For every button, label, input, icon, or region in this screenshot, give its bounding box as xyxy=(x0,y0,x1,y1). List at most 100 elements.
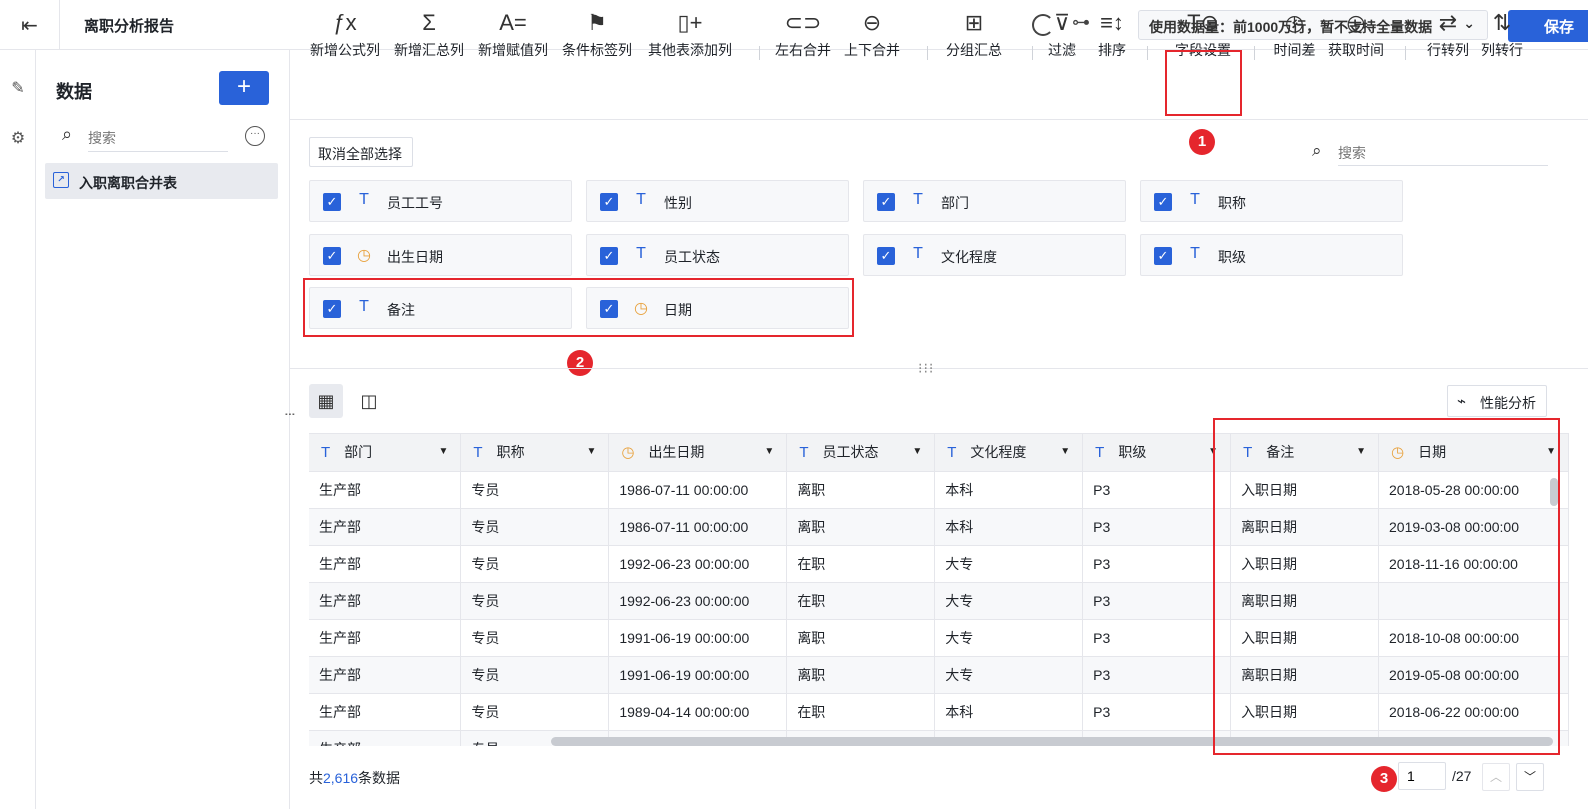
table-cell[interactable]: 本科 xyxy=(934,471,1084,509)
table-cell[interactable]: P3 xyxy=(1082,545,1232,583)
settings-sliders-icon[interactable]: ⚙ xyxy=(8,128,28,148)
table-cell[interactable]: 生产部 xyxy=(309,730,462,746)
table-cell[interactable]: P3 xyxy=(1082,619,1232,657)
field-card[interactable]: ✓ T 职称 xyxy=(1140,180,1403,222)
tool-sort-button[interactable]: ≡↕ 排序 xyxy=(1097,8,1127,66)
page-down-button[interactable]: ﹀ xyxy=(1516,763,1544,791)
caret-down-icon[interactable]: ▼ xyxy=(439,446,449,457)
column-header[interactable]: T 员工状态 ▼ xyxy=(786,434,936,472)
layout-view-icon[interactable]: ◫ xyxy=(352,384,386,418)
tool-time-diff-button[interactable]: ◷ 时间差 xyxy=(1272,8,1317,66)
table-cell[interactable]: P3 xyxy=(1082,656,1232,694)
table-cell[interactable]: 生产部 xyxy=(309,693,462,731)
resize-handle-icon[interactable]: ⁝⁝⁝ xyxy=(918,360,934,377)
field-checkbox[interactable]: ✓ xyxy=(600,247,618,265)
field-checkbox[interactable]: ✓ xyxy=(877,247,895,265)
table-cell[interactable]: 专员 xyxy=(460,471,610,509)
table-cell[interactable]: 大专 xyxy=(934,582,1084,620)
column-header[interactable]: ◷ 出生日期 ▼ xyxy=(608,434,788,472)
table-cell[interactable]: 专员 xyxy=(460,656,610,694)
field-card[interactable]: ✓ T 文化程度 xyxy=(863,234,1126,276)
table-cell[interactable]: 本科 xyxy=(934,693,1084,731)
table-cell[interactable]: 离职 xyxy=(786,619,936,657)
tool-sigma-button[interactable]: Σ 新增汇总列 xyxy=(393,8,465,66)
table-cell[interactable]: P3 xyxy=(1082,693,1232,731)
field-card[interactable]: ✓ T 职级 xyxy=(1140,234,1403,276)
table-cell[interactable]: 1986-07-11 00:00:00 xyxy=(608,508,788,546)
table-cell[interactable]: 离职 xyxy=(786,471,936,509)
field-card[interactable]: ✓ T 员工状态 xyxy=(586,234,849,276)
tool-assign-button[interactable]: A= 新增赋值列 xyxy=(477,8,549,66)
column-header[interactable]: T 文化程度 ▼ xyxy=(934,434,1084,472)
table-cell[interactable]: 生产部 xyxy=(309,508,462,546)
field-card[interactable]: ✓ ◷ 出生日期 xyxy=(309,234,572,276)
table-cell[interactable]: 专员 xyxy=(460,508,610,546)
tool-add-column-button[interactable]: ▯+ 其他表添加列 xyxy=(645,8,735,66)
table-cell[interactable]: 生产部 xyxy=(309,582,462,620)
tool-get-time-button[interactable]: ◶ 获取时间 xyxy=(1326,8,1386,66)
deselect-all-button[interactable]: 取消全部选择 xyxy=(309,137,413,167)
table-cell[interactable]: 生产部 xyxy=(309,471,462,509)
table-cell[interactable]: 生产部 xyxy=(309,545,462,583)
caret-down-icon[interactable]: ▼ xyxy=(1060,446,1070,457)
table-cell[interactable]: 离职 xyxy=(786,508,936,546)
field-checkbox[interactable]: ✓ xyxy=(323,193,341,211)
table-cell[interactable]: 生产部 xyxy=(309,619,462,657)
table-cell[interactable]: 在职 xyxy=(786,545,936,583)
table-cell[interactable]: 本科 xyxy=(934,508,1084,546)
page-number-input[interactable] xyxy=(1398,762,1446,790)
table-cell[interactable]: 1991-06-19 00:00:00 xyxy=(608,619,788,657)
tool-group-button[interactable]: ⊞ 分组汇总 xyxy=(945,8,1003,66)
field-card[interactable]: ✓ T 性别 xyxy=(586,180,849,222)
caret-down-icon[interactable]: ▼ xyxy=(912,446,922,457)
page-up-button[interactable]: ︿ xyxy=(1482,763,1510,791)
table-cell[interactable]: 在职 xyxy=(786,582,936,620)
table-cell[interactable]: 大专 xyxy=(934,619,1084,657)
performance-analysis-button[interactable]: ⌁ 性能分析 xyxy=(1447,385,1547,417)
table-cell[interactable]: 生产部 xyxy=(309,656,462,694)
table-list-item[interactable]: ↗ 入职离职合并表 xyxy=(45,163,278,199)
table-cell[interactable]: 大专 xyxy=(934,656,1084,694)
table-cell[interactable]: 在职 xyxy=(786,693,936,731)
field-checkbox[interactable]: ✓ xyxy=(600,193,618,211)
field-card[interactable]: ✓ T 员工工号 xyxy=(309,180,572,222)
table-cell[interactable]: 1986-07-11 00:00:00 xyxy=(608,471,788,509)
table-cell[interactable]: P3 xyxy=(1082,582,1232,620)
table-cell[interactable]: 离职 xyxy=(786,656,936,694)
table-cell[interactable]: P3 xyxy=(1082,508,1232,546)
field-checkbox[interactable]: ✓ xyxy=(323,247,341,265)
table-cell[interactable]: 1989-04-14 00:00:00 xyxy=(608,693,788,731)
column-header[interactable]: T 职称 ▼ xyxy=(460,434,610,472)
add-data-button[interactable]: + xyxy=(219,71,269,105)
data-edit-icon[interactable]: ✎ xyxy=(8,78,28,98)
exit-icon[interactable]: ⇤ xyxy=(0,0,60,50)
column-header[interactable]: T 职级 ▼ xyxy=(1082,434,1232,472)
tool-merge-horizontal-button[interactable]: ⊂⊃ 左右合并 xyxy=(774,8,832,66)
field-checkbox[interactable]: ✓ xyxy=(877,193,895,211)
column-header[interactable]: T 部门 ▼ xyxy=(309,434,462,472)
table-cell[interactable]: 专员 xyxy=(460,693,610,731)
field-checkbox[interactable]: ✓ xyxy=(1154,247,1172,265)
tool-merge-vertical-button[interactable]: ⊖ 上下合并 xyxy=(843,8,901,66)
table-cell[interactable]: 1992-06-23 00:00:00 xyxy=(608,582,788,620)
panel-search-input[interactable] xyxy=(88,124,228,152)
table-cell[interactable]: 大专 xyxy=(934,545,1084,583)
tool-fx-button[interactable]: ƒx 新增公式列 xyxy=(309,8,381,66)
field-checkbox[interactable]: ✓ xyxy=(1154,193,1172,211)
tool-filter-button[interactable]: ⊽ 过滤 xyxy=(1047,8,1077,66)
field-search-input[interactable] xyxy=(1338,140,1548,166)
panel-resize-handle-icon[interactable]: ⁝ xyxy=(282,412,298,416)
tool-row-to-col-button[interactable]: ⇄ 行转列 xyxy=(1424,8,1472,66)
table-cell[interactable]: 1992-06-23 00:00:00 xyxy=(608,545,788,583)
grid-view-icon[interactable]: ▦ xyxy=(309,384,343,418)
table-cell[interactable]: 专员 xyxy=(460,619,610,657)
tool-flag-button[interactable]: ⚑ 条件标签列 xyxy=(561,8,633,66)
caret-down-icon[interactable]: ▼ xyxy=(586,446,596,457)
table-cell[interactable]: 专员 xyxy=(460,582,610,620)
table-cell[interactable]: P3 xyxy=(1082,471,1232,509)
table-cell[interactable]: 专员 xyxy=(460,545,610,583)
field-card[interactable]: ✓ T 部门 xyxy=(863,180,1126,222)
table-cell[interactable]: 1991-06-19 00:00:00 xyxy=(608,656,788,694)
more-icon[interactable]: ··· xyxy=(245,126,265,146)
tool-col-to-row-button[interactable]: ⇅ 列转行 xyxy=(1478,8,1526,66)
